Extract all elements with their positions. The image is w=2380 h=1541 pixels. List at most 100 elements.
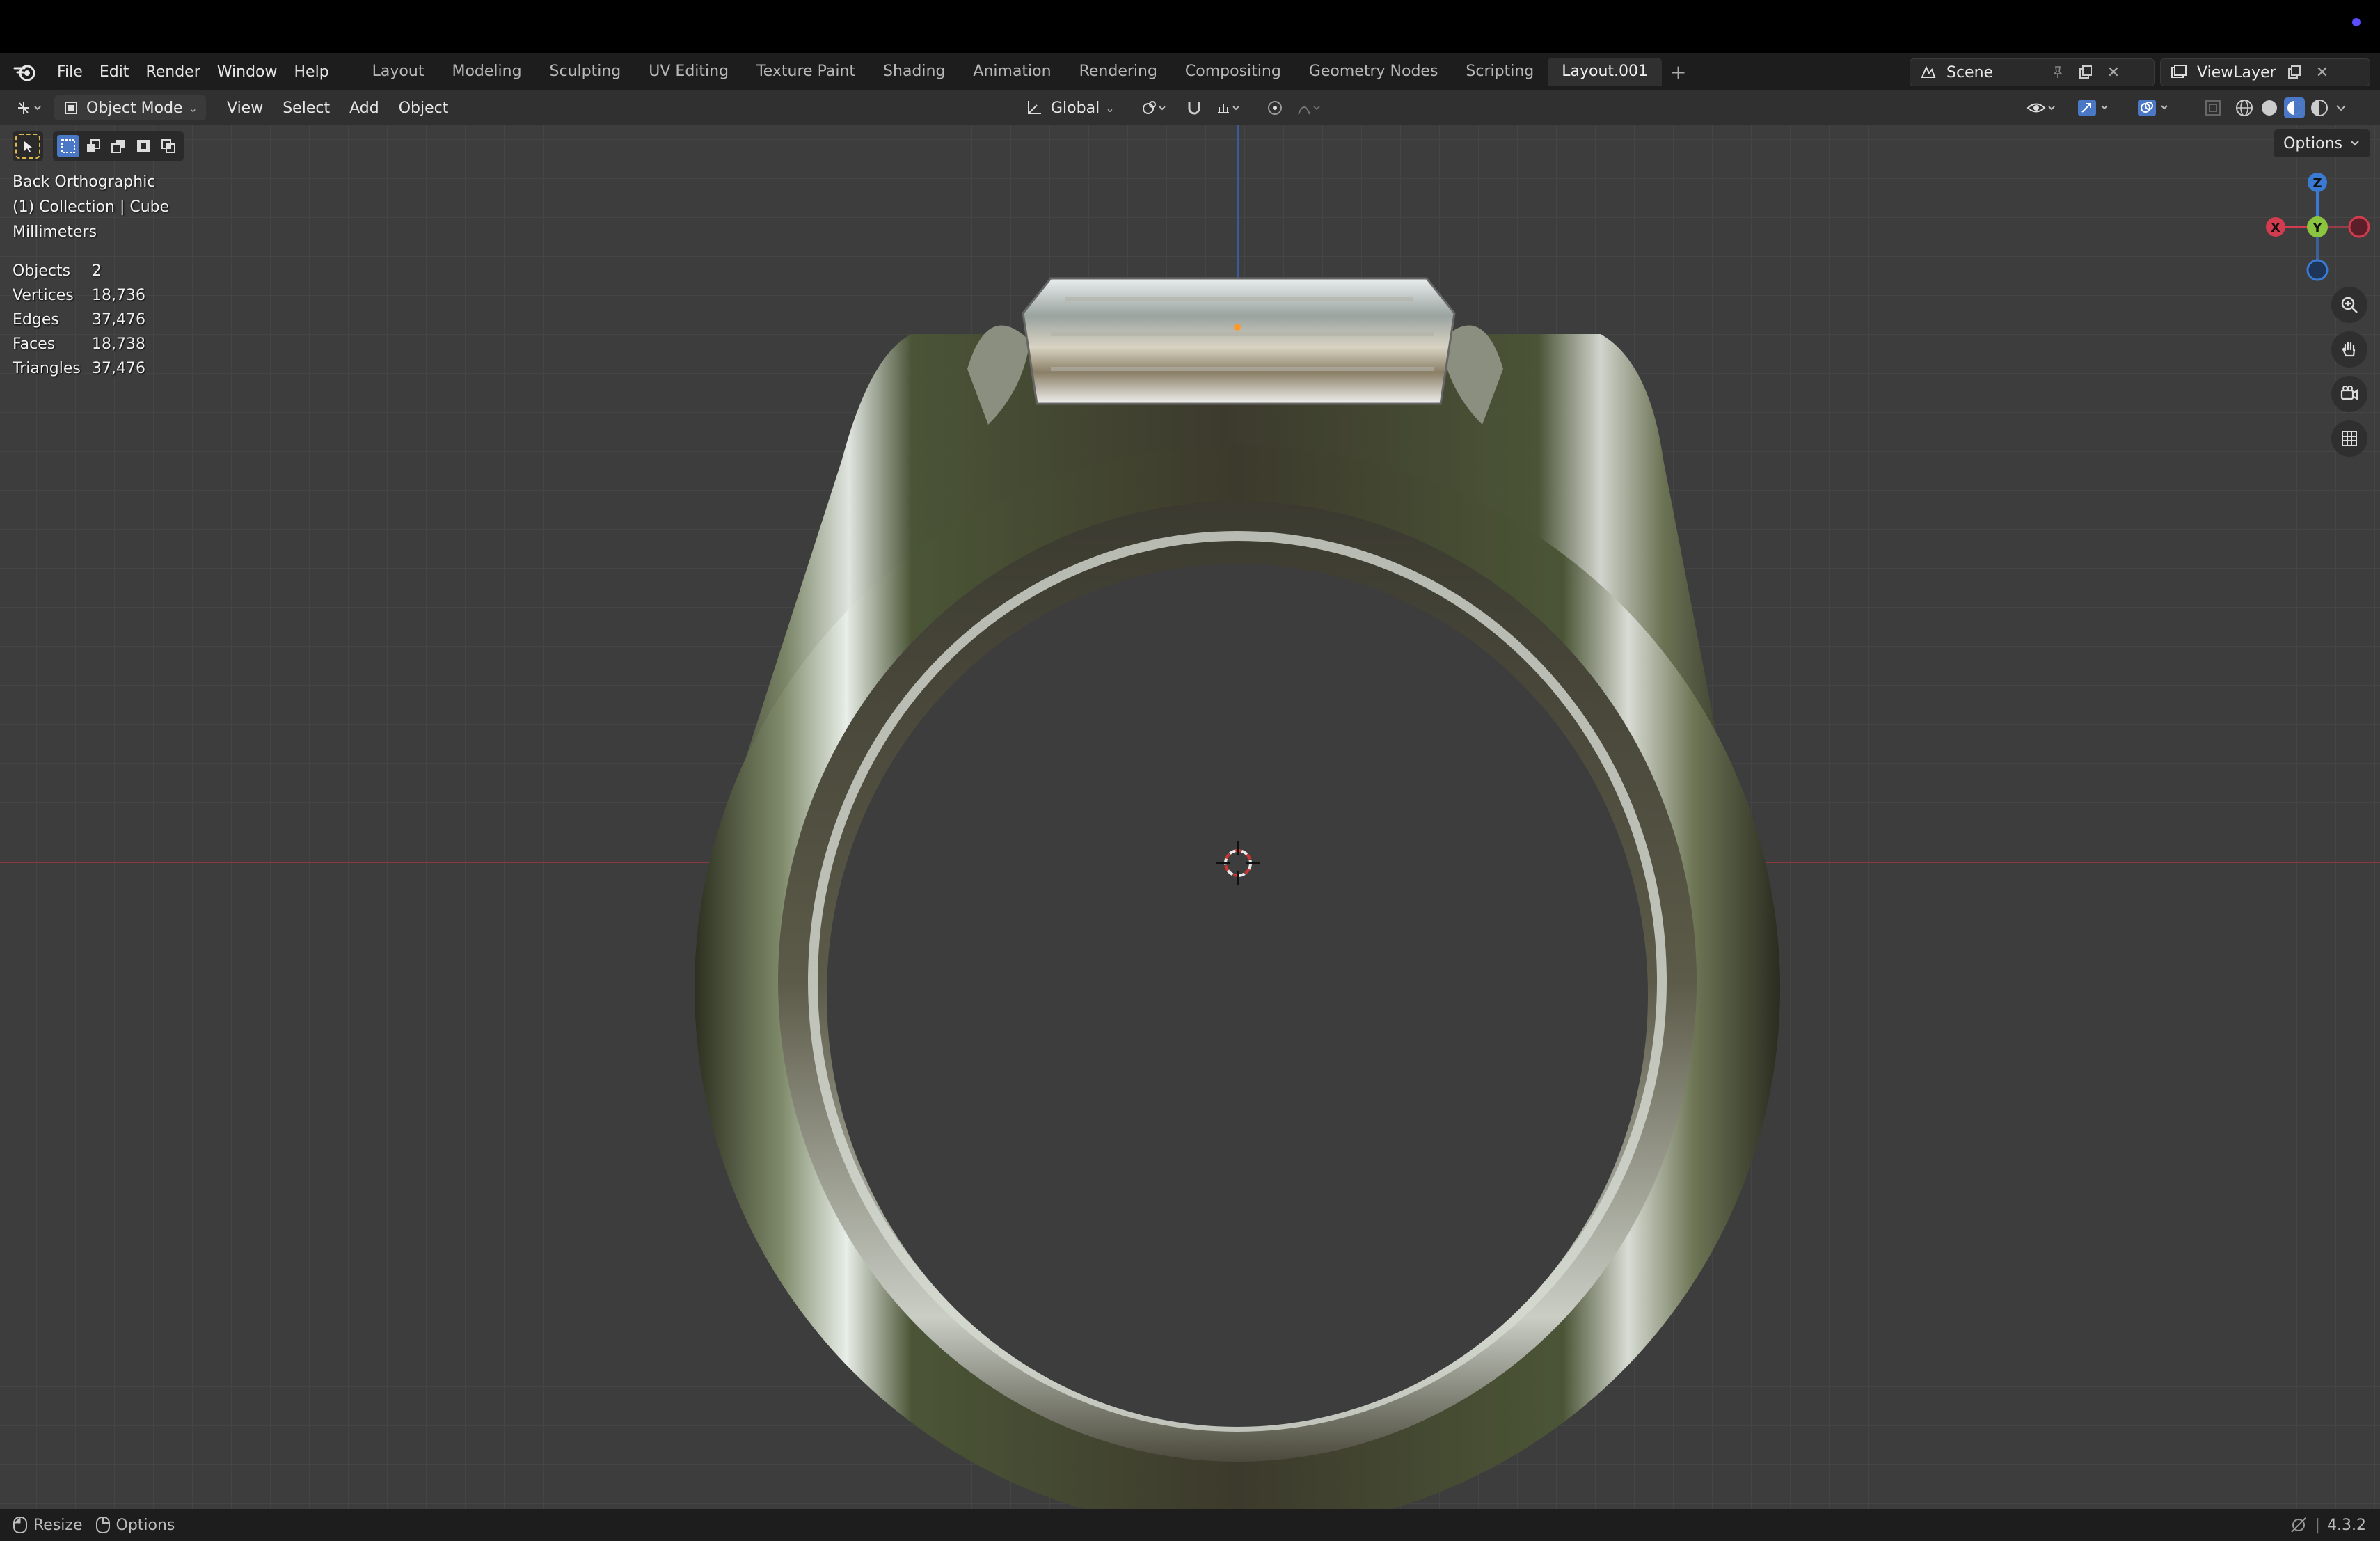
pivot-point-icon[interactable] [1134, 95, 1173, 120]
scene-statistics: Objects 2 Vertices 18,736 Edges 37,476 Face… [13, 259, 145, 381]
intersect-selection-icon[interactable] [157, 135, 180, 157]
editor-type-icon[interactable] [11, 95, 50, 120]
stat-row: Edges 37,476 [13, 308, 145, 332]
rendered-shading-icon[interactable] [2309, 97, 2330, 118]
solid-shading-icon[interactable] [2259, 97, 2280, 118]
blender-logo-icon[interactable] [11, 58, 39, 86]
network-disabled-icon [2290, 1517, 2306, 1533]
options-label: Options [2283, 134, 2342, 152]
material-preview-shading-icon[interactable] [2284, 97, 2305, 118]
menu-object[interactable]: Object [392, 95, 456, 120]
3d-viewport[interactable]: Options Back Orthographic (1) Collection… [0, 125, 2380, 1509]
menu-edit[interactable]: Edit [91, 63, 138, 81]
object-mode-icon [65, 102, 77, 114]
delete-scene-icon[interactable]: ✕ [2100, 62, 2127, 83]
tab-sculpting[interactable]: Sculpting [536, 58, 635, 86]
tab-scripting[interactable]: Scripting [1452, 58, 1548, 86]
stat-label: Objects [13, 262, 71, 280]
gizmo-z-label: Z [2312, 176, 2322, 191]
zoom-icon[interactable] [2331, 287, 2367, 323]
stat-row: Triangles 37,476 [13, 356, 145, 381]
snap-toggle-icon[interactable] [1180, 95, 1208, 120]
status-hint-resize: Resize [13, 1516, 83, 1534]
camera-view-icon[interactable] [2331, 376, 2367, 412]
navigation-tools [2331, 287, 2367, 457]
viewport-header: Object Mode ⌄ View Select Add Object Glo… [0, 90, 2380, 125]
visibility-icon[interactable] [2022, 95, 2061, 120]
stat-row: Vertices 18,736 [13, 283, 145, 308]
extend-selection-icon[interactable] [82, 135, 104, 157]
scene-icon[interactable] [1916, 62, 1941, 83]
pan-hand-icon[interactable] [2331, 331, 2367, 368]
3d-cursor-icon [1216, 841, 1260, 885]
gizmo-y-label: Y [2312, 221, 2322, 235]
gizmo-x-negative[interactable] [2348, 216, 2370, 238]
invert-selection-icon[interactable] [132, 135, 154, 157]
wireframe-shading-icon[interactable] [2234, 97, 2255, 118]
new-scene-icon[interactable] [2072, 62, 2100, 83]
pin-icon[interactable] [2044, 62, 2072, 83]
orthographic-toggle-icon[interactable] [2331, 420, 2367, 457]
tab-texture-paint[interactable]: Texture Paint [743, 58, 869, 86]
scene-selector[interactable]: Scene ✕ [1910, 58, 2155, 86]
chevron-down-icon [2351, 141, 2359, 146]
active-tool-box [13, 131, 43, 161]
tab-shading[interactable]: Shading [869, 58, 959, 86]
proportional-editing-icon[interactable] [1261, 95, 1289, 120]
tab-layout[interactable]: Layout [358, 58, 438, 86]
options-hint-label: Options [116, 1516, 175, 1534]
tab-modeling[interactable]: Modeling [438, 58, 535, 86]
shading-mode-group [2234, 95, 2359, 120]
gizmo-z-negative[interactable] [2306, 259, 2329, 281]
tab-uv-editing[interactable]: UV Editing [635, 58, 743, 86]
stat-value: 2 [92, 262, 102, 280]
units-label: Millimeters [13, 223, 97, 241]
delete-view-layer-icon[interactable]: ✕ [2308, 62, 2336, 83]
viewport-options-button[interactable]: Options [2274, 129, 2370, 157]
overlays-toggle-icon[interactable] [2132, 95, 2174, 120]
transform-orientation-selector[interactable]: Global ⌄ [1017, 95, 1122, 120]
menu-file[interactable]: File [49, 63, 91, 81]
record-indicator [2352, 18, 2361, 26]
menu-window[interactable]: Window [209, 63, 286, 81]
set-new-selection-icon[interactable] [57, 135, 79, 157]
tab-layout-001[interactable]: Layout.001 [1548, 58, 1663, 86]
falloff-icon[interactable] [1290, 95, 1329, 120]
gizmo-toggle-icon[interactable] [2072, 95, 2114, 120]
navigation-gizmo[interactable]: Z X Y [2262, 167, 2373, 285]
add-workspace-icon[interactable]: + [1662, 61, 1695, 84]
select-box-tool-icon[interactable] [15, 134, 40, 159]
menu-render[interactable]: Render [137, 63, 208, 81]
menu-view[interactable]: View [220, 95, 270, 120]
view-layer-icon[interactable] [2166, 62, 2191, 83]
resize-label: Resize [33, 1516, 83, 1534]
xray-toggle-icon[interactable] [2199, 95, 2227, 120]
mode-selector[interactable]: Object Mode ⌄ [54, 95, 206, 120]
chevron-down-icon[interactable] [2334, 101, 2348, 115]
chevron-down-icon: ⌄ [188, 101, 198, 115]
snap-target-icon[interactable] [1209, 95, 1248, 120]
version-area: | 4.3.2 [2289, 1517, 2366, 1534]
viewport-info-overlay: Back Orthographic (1) Collection | Cube … [13, 170, 169, 245]
new-view-layer-icon[interactable] [2280, 62, 2308, 83]
status-hint-options: Options [95, 1516, 175, 1534]
top-menubar: File Edit Render Window Help Layout Mode… [0, 53, 2380, 90]
mouse-right-icon [95, 1517, 110, 1533]
view-name: Back Orthographic [13, 173, 156, 191]
orientation-icon [1028, 101, 1041, 114]
stat-label: Faces [13, 335, 56, 353]
menu-add[interactable]: Add [342, 95, 386, 120]
stat-value: 37,476 [92, 311, 145, 329]
menu-select[interactable]: Select [276, 95, 337, 120]
tab-animation[interactable]: Animation [959, 58, 1065, 86]
view-layer-name[interactable]: ViewLayer [2197, 64, 2280, 81]
version-separator: | [2315, 1516, 2321, 1534]
tab-geometry-nodes[interactable]: Geometry Nodes [1295, 58, 1452, 86]
tab-rendering[interactable]: Rendering [1065, 58, 1171, 86]
menu-help[interactable]: Help [286, 63, 338, 81]
stat-label: Edges [13, 311, 59, 329]
tab-compositing[interactable]: Compositing [1171, 58, 1295, 86]
scene-name[interactable]: Scene [1946, 64, 2044, 81]
view-layer-selector[interactable]: ViewLayer ✕ [2160, 58, 2370, 86]
subtract-selection-icon[interactable] [107, 135, 129, 157]
